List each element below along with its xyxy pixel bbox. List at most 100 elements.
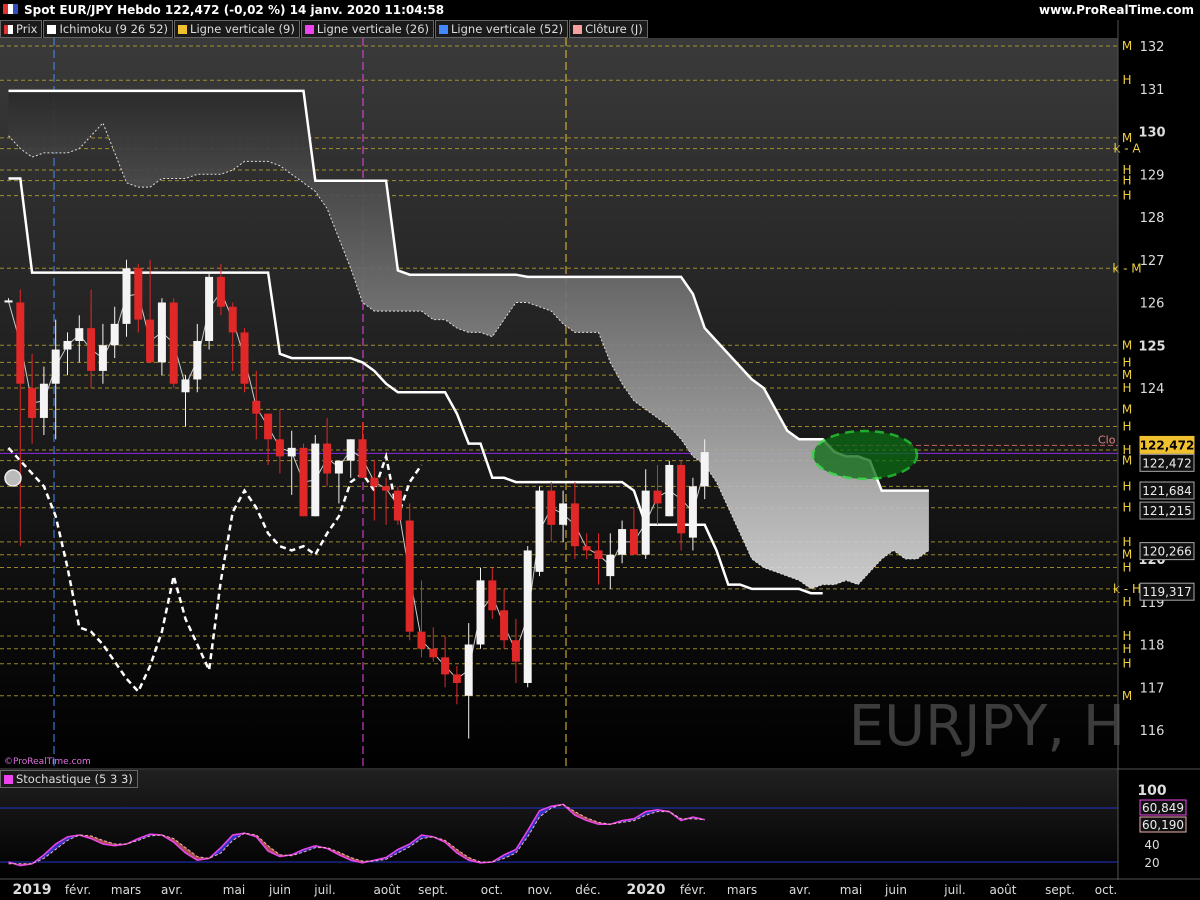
candle-body <box>559 503 568 525</box>
y-tick-label: 130 <box>1138 126 1165 141</box>
legend-item-vline-52[interactable]: Ligne verticale (52) <box>435 20 569 38</box>
indicator-legend: Prix Ichimoku (9 26 52) Ligne verticale (9… <box>0 20 649 38</box>
level-tag: H <box>1122 595 1131 609</box>
legend-item-ichimoku[interactable]: Ichimoku (9 26 52) <box>43 20 174 38</box>
candle-body <box>429 648 438 658</box>
stoch-tick-label: 20 <box>1144 856 1159 870</box>
candle-body <box>110 323 119 346</box>
level-tag: M <box>1122 338 1132 352</box>
candle-body <box>181 379 190 393</box>
level-tag: H <box>1122 381 1131 395</box>
candle-body <box>511 640 520 662</box>
level-tag: H <box>1122 501 1131 515</box>
x-tick-label: mai <box>840 883 862 897</box>
candle-body <box>523 550 532 683</box>
level-tag: H <box>1122 561 1131 575</box>
y-tick-label: 117 <box>1140 681 1165 696</box>
candle-body <box>323 443 332 474</box>
magnifier-icon <box>4 469 22 487</box>
candle-body <box>677 464 686 534</box>
price-box-label: 120,266 <box>1142 545 1192 559</box>
legend-swatch <box>573 25 583 34</box>
stoch-legend: Stochastique (5 3 3) <box>0 770 139 788</box>
price-box-label: 122,472 <box>1140 438 1195 452</box>
x-tick-label: févr. <box>680 883 706 897</box>
legend-label: Ligne verticale (9) <box>190 22 295 36</box>
watermark: EURJPY, H <box>849 694 1125 759</box>
candle-body <box>618 529 627 555</box>
y-tick-label: 129 <box>1140 168 1165 183</box>
legend-swatch <box>4 25 13 34</box>
legend-label: Clôture (J) <box>585 22 643 36</box>
candle-body <box>240 332 249 384</box>
candle-body <box>370 477 379 487</box>
stoch-value-label: 60,849 <box>1142 801 1184 815</box>
window-flag-icon[interactable] <box>3 3 19 15</box>
y-tick-label: 125 <box>1138 339 1165 354</box>
x-tick-label: juil. <box>943 883 965 897</box>
legend-label: Ligne verticale (52) <box>451 22 564 36</box>
stoch-tick-label: 40 <box>1144 838 1159 852</box>
candle-body <box>122 268 131 324</box>
candle-body <box>51 349 60 384</box>
x-tick-label: févr. <box>65 883 91 897</box>
price-box-label: 122,472 <box>1142 456 1192 470</box>
chart-title: Spot EUR/JPY Hebdo 122,472 (-0,02 %) 14 … <box>24 3 445 17</box>
candle-body <box>252 400 261 414</box>
level-tag: M <box>1122 39 1132 53</box>
legend-item-vline-9[interactable]: Ligne verticale (9) <box>174 20 300 38</box>
legend-label: Prix <box>16 22 38 36</box>
candle-body <box>134 268 143 320</box>
y-tick-label: 131 <box>1140 83 1165 98</box>
legend-swatch <box>4 775 13 784</box>
legend-item-cloture[interactable]: Clôture (J) <box>569 20 648 38</box>
candle-body <box>39 383 48 418</box>
legend-item-prix[interactable]: Prix <box>0 20 43 38</box>
price-box-label: 121,684 <box>1142 484 1192 498</box>
x-tick-label: mai <box>223 883 245 897</box>
y-tick-label: 128 <box>1140 211 1165 226</box>
candle-body <box>629 529 638 555</box>
legend-item-vline-26[interactable]: Ligne verticale (26) <box>300 20 434 38</box>
candle-body <box>98 345 107 371</box>
credit-text: ©ProRealTime.com <box>4 757 91 767</box>
level-tag: k - M <box>1112 261 1141 275</box>
candle-body <box>311 443 320 517</box>
level-tag: M <box>1122 454 1132 468</box>
candle-body <box>75 328 84 341</box>
y-tick-label: 127 <box>1140 254 1165 269</box>
x-tick-label: juil. <box>313 883 335 897</box>
candle-body <box>28 388 37 418</box>
y-tick-label: 126 <box>1140 297 1165 312</box>
candle-body <box>570 503 579 547</box>
legend-swatch <box>178 25 188 34</box>
candle-body <box>382 486 391 491</box>
candle-body <box>594 550 603 559</box>
legend-label: Stochastique (5 3 3) <box>16 772 133 786</box>
level-tag: M <box>1122 402 1132 416</box>
candle-body <box>205 276 214 341</box>
x-tick-label: oct. <box>481 883 503 897</box>
candle-body <box>653 490 662 504</box>
y-tick-label: 132 <box>1140 40 1165 55</box>
candle-body <box>476 580 485 645</box>
y-tick-label: 124 <box>1140 382 1165 397</box>
candle-body <box>358 439 367 478</box>
legend-item-stochastique[interactable]: Stochastique (5 3 3) <box>0 770 138 788</box>
candle-body <box>700 452 709 487</box>
site-link[interactable]: www.ProRealTime.com <box>1039 3 1194 17</box>
candle-body <box>441 657 450 675</box>
x-tick-label: 2020 <box>627 882 666 898</box>
x-tick-label: nov. <box>528 883 553 897</box>
x-tick-label: sept. <box>418 883 448 897</box>
level-tag: H <box>1122 189 1131 203</box>
x-tick-label: juin <box>268 883 291 897</box>
level-tag: H <box>1122 642 1131 656</box>
candle-body <box>452 674 461 683</box>
candle-body <box>157 302 166 363</box>
candle-body <box>535 490 544 572</box>
legend-label: Ligne verticale (26) <box>316 22 429 36</box>
legend-swatch <box>304 25 314 34</box>
price-box-label: 121,215 <box>1142 504 1192 518</box>
candle-body <box>500 610 509 641</box>
